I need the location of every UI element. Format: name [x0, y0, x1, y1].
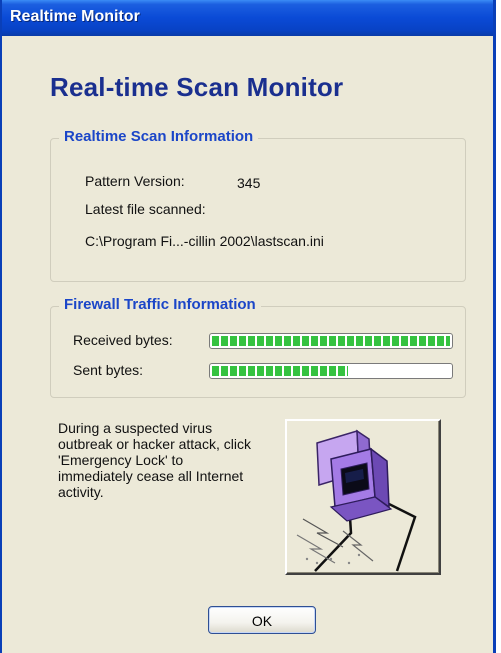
latest-file-value: C:\Program Fi...-cillin 2002\lastscan.in… [85, 233, 324, 249]
sent-bytes-fill [212, 366, 348, 376]
sent-bytes-bar [209, 363, 453, 379]
ok-button[interactable]: OK [208, 606, 316, 634]
received-bytes-label: Received bytes: [73, 332, 173, 348]
pattern-version-label: Pattern Version: [85, 173, 185, 189]
scan-info-title: Realtime Scan Information [59, 128, 259, 145]
title-bar[interactable]: Realtime Monitor [2, 0, 493, 36]
sent-bytes-label: Sent bytes: [73, 362, 144, 378]
realtime-monitor-window: Realtime Monitor Real-time Scan Monitor … [0, 0, 496, 653]
emergency-lock-icon [296, 429, 417, 572]
page-title: Real-time Scan Monitor [50, 72, 344, 102]
scan-info-group: Realtime Scan Information Pattern Versio… [50, 128, 466, 282]
received-bytes-bar [209, 333, 453, 349]
firewall-traffic-title: Firewall Traffic Information [59, 296, 261, 313]
firewall-traffic-group: Firewall Traffic Information Received by… [50, 296, 466, 398]
emergency-note: During a suspected virus outbreak or hac… [58, 420, 251, 500]
pattern-version-value: 345 [237, 175, 261, 191]
latest-file-label: Latest file scanned: [85, 201, 206, 217]
received-bytes-fill [212, 336, 450, 346]
emergency-lock-button[interactable] [285, 419, 441, 575]
window-title: Realtime Monitor [10, 8, 140, 25]
